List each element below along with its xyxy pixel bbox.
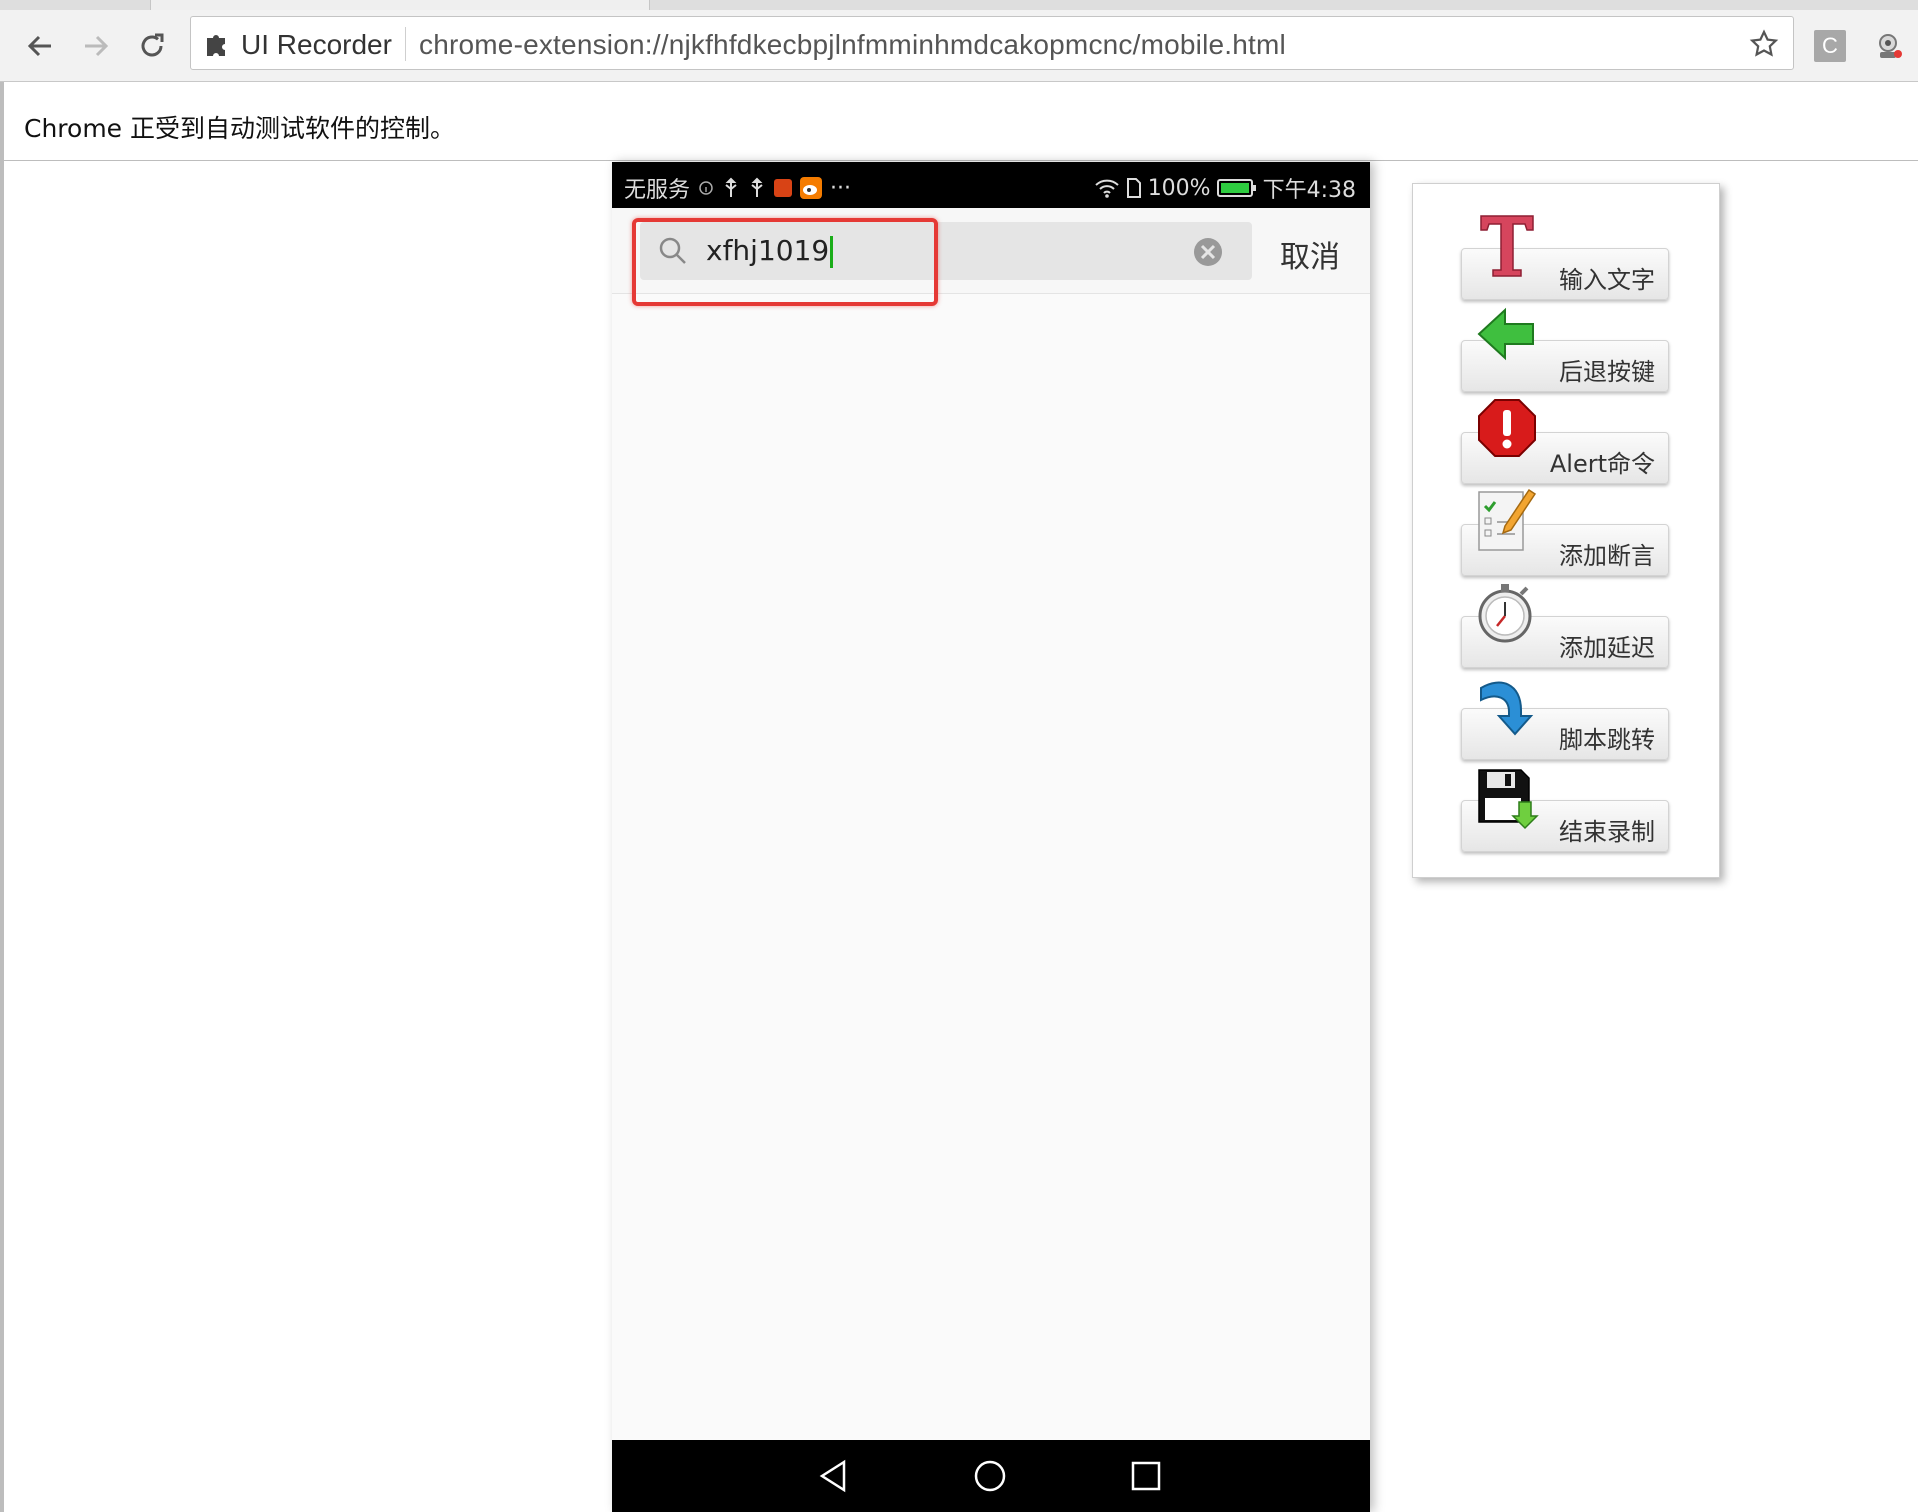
back-button[interactable] [20,26,60,66]
recorder-tool-panel: 输入文字 后退按键 Alert命令 添加断言 添加延迟 脚本跳转 结束录制 [1412,183,1720,878]
more-notifications: ··· [830,175,851,201]
tool-label: 结束录制 [1559,818,1655,846]
usb-icon [725,177,737,197]
cancel-button[interactable]: 取消 [1280,232,1340,276]
tool-alert-command-button[interactable]: Alert命令 [1461,399,1669,484]
curved-arrow-icon [1480,681,1534,736]
wifi-icon [1095,179,1119,198]
android-nav-bar [612,1440,1370,1512]
app-notification-icon [774,179,793,197]
battery-percent: 100% [1147,175,1211,201]
clear-circle-icon[interactable] [1192,236,1224,268]
tool-label: 添加延迟 [1559,634,1655,662]
tab-strip [0,0,1918,10]
bookmark-star-icon[interactable] [1749,29,1779,59]
browser-toolbar: UI Recorder chrome-extension://njkfhfdke… [0,10,1918,82]
phone-screen[interactable]: 无服务 ··· 100% 下午4:38 xfhj1019 取消 [612,162,1370,1512]
tool-back-key-button[interactable]: 后退按键 [1461,307,1669,392]
infobar-text: Chrome 正受到自动测试软件的控制。 [24,114,456,143]
clock-text: 下午4:38 [1262,178,1356,203]
tool-add-delay-button[interactable]: 添加延迟 [1461,584,1669,668]
alert-stop-icon [1478,399,1536,457]
forward-button[interactable] [76,26,116,66]
nav-home-circle-icon[interactable] [972,1458,1008,1494]
extension-c-button[interactable]: C [1814,30,1846,62]
text-t-icon [1480,215,1534,277]
active-tab-edge[interactable] [150,0,650,10]
tool-label: Alert命令 [1549,450,1655,478]
carrier-text: 无服务 [624,178,691,203]
automation-infobar: Chrome 正受到自动测试软件的控制。 [4,83,1918,161]
save-disk-icon [1478,769,1539,830]
tool-input-text-button[interactable]: 输入文字 [1461,215,1669,300]
back-arrow-icon [1477,307,1534,361]
address-bar[interactable]: UI Recorder chrome-extension://njkfhfdke… [190,16,1794,70]
arrow-left-icon [27,35,51,57]
stopwatch-icon [1478,584,1532,643]
url-text[interactable]: chrome-extension://njkfhfdkecbpjlnfmminh… [419,29,1286,61]
checklist-pencil-icon [1478,488,1537,551]
profile-avatar-icon[interactable] [1872,30,1904,62]
reload-icon [141,33,164,57]
status-bar: 无服务 ··· 100% 下午4:38 [612,162,1370,208]
weibo-icon [800,177,823,199]
window-left-edge [0,0,4,1512]
sim-card-icon [1126,178,1141,198]
tool-label: 输入文字 [1559,266,1655,294]
tool-end-recording-button[interactable]: 结束录制 [1461,769,1669,852]
tool-script-jump-button[interactable]: 脚本跳转 [1461,681,1669,760]
tool-label: 脚本跳转 [1559,726,1655,754]
nav-recents-square-icon[interactable] [1128,1458,1164,1494]
puzzle-piece-icon [207,35,225,56]
tool-label: 添加断言 [1559,542,1655,570]
reload-button[interactable] [132,26,172,66]
nav-back-triangle-icon[interactable] [816,1458,852,1494]
battery-charging-icon [1216,179,1256,197]
omnibox-separator [405,27,406,61]
arrow-right-icon [85,35,109,57]
tool-label: 后退按键 [1559,358,1655,386]
search-header: xfhj1019 取消 [612,208,1370,306]
extension-c-label: C [1822,33,1838,58]
tool-add-assertion-button[interactable]: 添加断言 [1461,488,1669,576]
usb-icon [751,177,763,197]
recorder-highlight-box [632,218,938,306]
info-circle-icon [699,181,713,195]
site-name: UI Recorder [241,29,392,60]
